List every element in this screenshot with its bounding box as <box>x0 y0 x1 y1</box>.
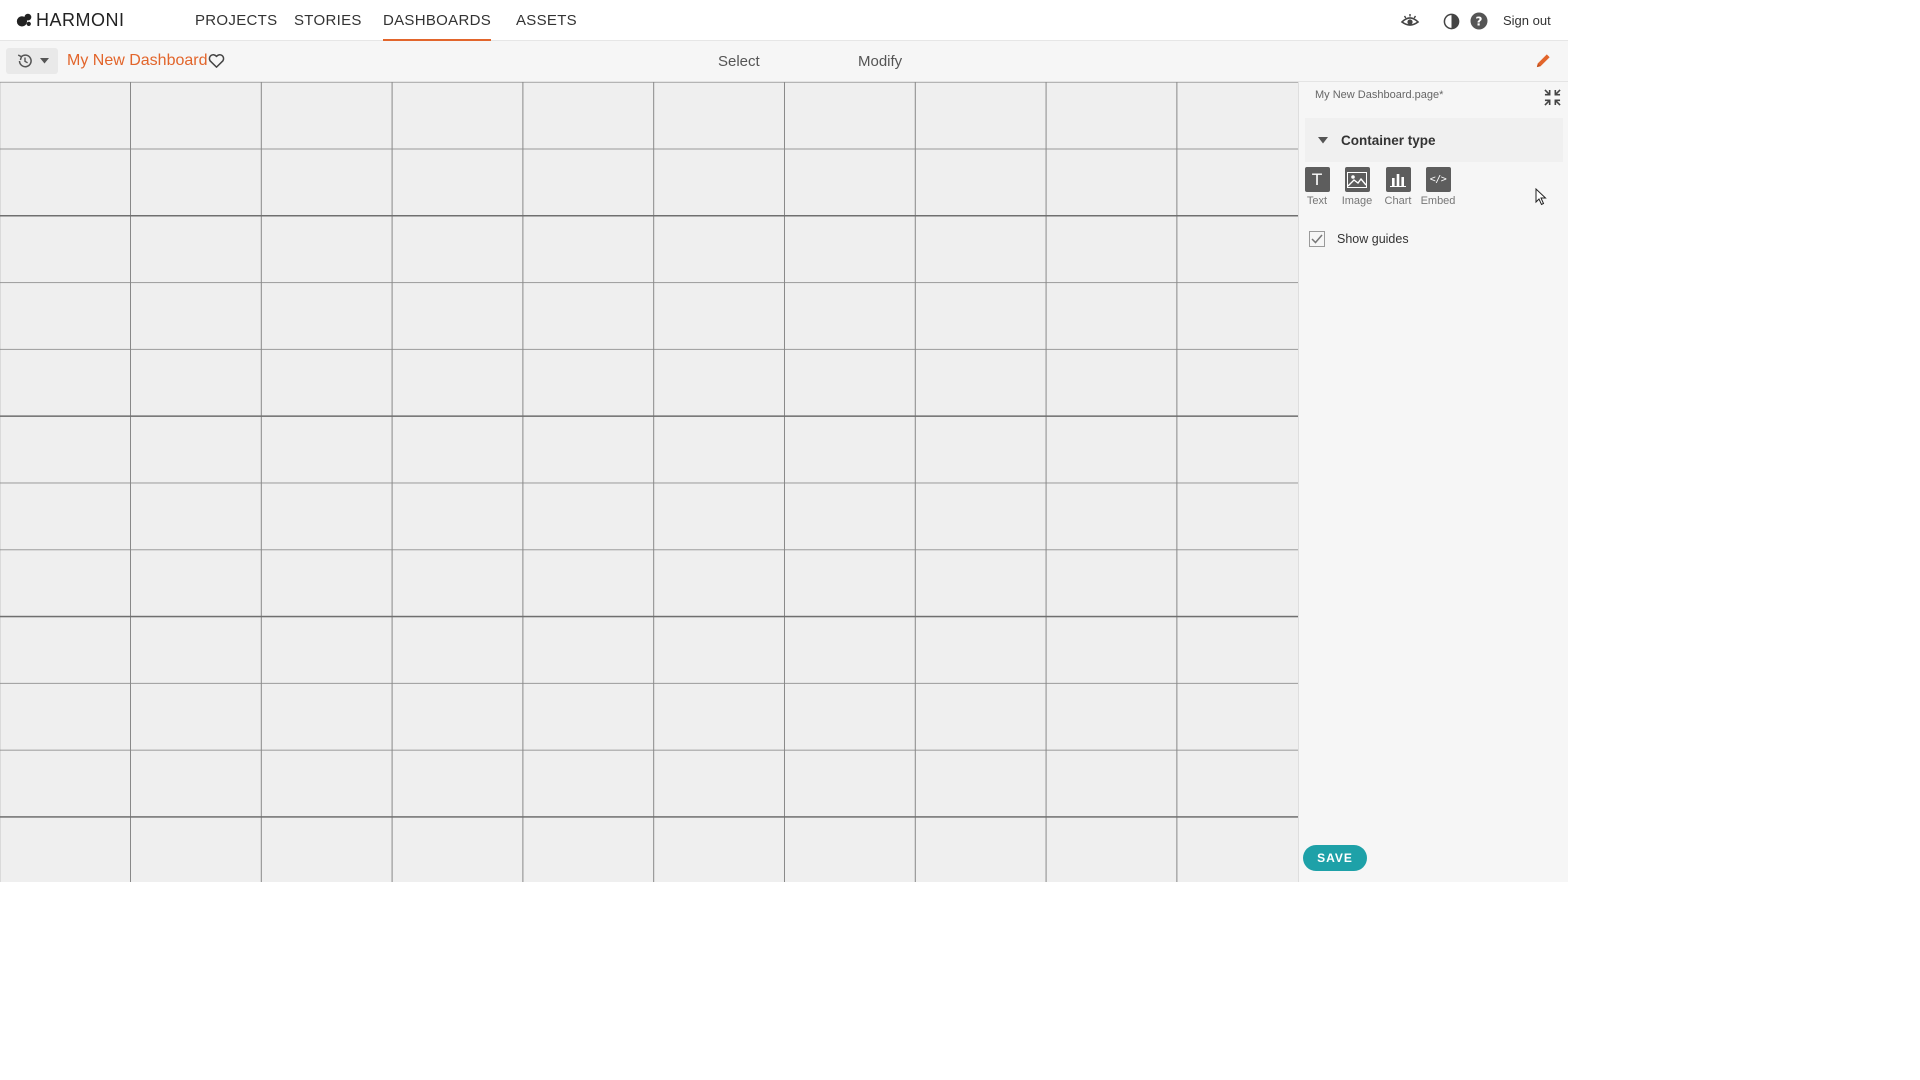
pencil-icon[interactable] <box>1535 52 1552 69</box>
app-logo[interactable]: HARMONI <box>16 10 125 31</box>
embed-icon: </> <box>1425 167 1451 192</box>
text-icon: T <box>1304 167 1330 192</box>
nav-tab-assets[interactable]: ASSETS <box>516 12 577 29</box>
mouse-cursor-icon <box>1535 188 1547 206</box>
mode-tab-select[interactable]: Select <box>718 53 760 70</box>
top-navigation-bar: HARMONI PROJECTS STORIES DASHBOARDS ASSE… <box>0 0 1568 41</box>
harmoni-logo-icon <box>16 13 32 27</box>
mode-tab-modify[interactable]: Modify <box>858 53 902 70</box>
container-type-image[interactable]: Image <box>1337 167 1377 207</box>
nav-tab-stories[interactable]: STORIES <box>294 12 362 29</box>
show-guides-option[interactable]: Show guides <box>1309 231 1409 247</box>
chart-icon <box>1385 167 1411 192</box>
sign-out-link[interactable]: Sign out <box>1503 13 1551 28</box>
history-button[interactable] <box>6 48 58 74</box>
container-type-label: Text <box>1306 195 1328 207</box>
show-guides-label: Show guides <box>1337 232 1409 246</box>
nav-tab-dashboards[interactable]: DASHBOARDS <box>383 12 492 41</box>
app-name: HARMONI <box>36 10 125 30</box>
dashboard-toolbar: My New Dashboard Select Modify <box>0 41 1568 82</box>
container-type-embed[interactable]: </> Embed <box>1418 167 1458 207</box>
section-title: Container type <box>1341 132 1436 148</box>
nav-tab-projects[interactable]: PROJECTS <box>195 12 277 29</box>
contrast-icon[interactable] <box>1441 11 1461 31</box>
save-button[interactable]: SAVE <box>1303 845 1367 871</box>
heart-icon[interactable] <box>208 53 225 69</box>
history-icon <box>17 54 32 68</box>
collapse-icon[interactable] <box>1544 89 1561 106</box>
svg-text:?: ? <box>1476 15 1483 29</box>
dashboard-canvas-grid[interactable] <box>0 82 1298 882</box>
show-guides-checkbox[interactable] <box>1309 231 1325 247</box>
eye-icon[interactable] <box>1400 11 1420 31</box>
panel-file-name: My New Dashboard.page* <box>1315 89 1444 101</box>
container-type-section-header[interactable]: Container type <box>1305 118 1563 162</box>
chevron-down-icon <box>39 58 49 64</box>
container-type-chart[interactable]: Chart <box>1378 167 1418 207</box>
container-type-label: Embed <box>1420 195 1456 207</box>
properties-panel: My New Dashboard.page* Container type T … <box>1298 82 1568 882</box>
help-icon[interactable]: ? <box>1469 11 1489 31</box>
container-type-label: Image <box>1341 195 1373 207</box>
checkmark-icon <box>1311 234 1323 244</box>
caret-down-icon <box>1318 137 1328 144</box>
dashboard-title[interactable]: My New Dashboard <box>67 52 208 70</box>
image-icon <box>1344 167 1370 192</box>
container-type-label: Chart <box>1384 195 1412 207</box>
container-type-text[interactable]: T Text <box>1297 167 1337 207</box>
